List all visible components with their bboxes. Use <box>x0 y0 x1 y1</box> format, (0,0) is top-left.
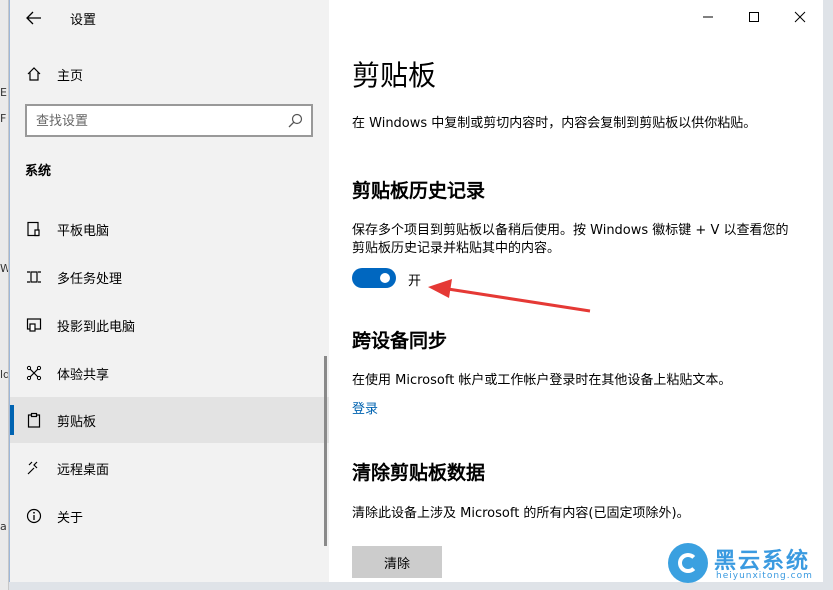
intro-text: 在 Windows 中复制或剪切内容时，内容会复制到剪贴板以供你粘贴。 <box>352 116 757 131</box>
maximize-icon <box>749 12 759 22</box>
window-title: 设置 <box>70 13 97 28</box>
back-button[interactable] <box>22 6 46 30</box>
sidebar-item-label: 剪贴板 <box>57 414 97 430</box>
tablet-icon <box>24 219 44 239</box>
clipboard-history-toggle[interactable] <box>352 268 396 288</box>
minimize-button[interactable] <box>685 0 731 34</box>
sidebar-scrollbar[interactable] <box>324 356 327 546</box>
home-icon <box>24 64 44 84</box>
sidebar-item-label: 远程桌面 <box>57 462 110 478</box>
sidebar-item-remote-desktop[interactable]: 远程桌面 <box>10 445 329 491</box>
watermark: 黑云系统 heiyunxitong.com <box>668 543 828 587</box>
sidebar: 设置 主页 系统 平板电脑 多任务处理 <box>10 0 329 582</box>
history-description: 保存多个项目到剪贴板以备稍后使用。按 Windows 徽标键 + V 以查看您的… <box>352 223 789 256</box>
sidebar-item-about[interactable]: 关于 <box>10 493 329 539</box>
toggle-state-label: 开 <box>408 274 422 289</box>
active-indicator <box>10 405 14 435</box>
settings-window: 设置 主页 系统 平板电脑 多任务处理 <box>9 0 823 582</box>
minimize-icon <box>703 16 713 18</box>
sidebar-item-shared-experiences[interactable]: 体验共享 <box>10 350 329 396</box>
watermark-logo-icon <box>668 543 708 583</box>
search-input[interactable] <box>36 111 276 131</box>
bg-fragment: E <box>0 86 7 99</box>
watermark-url: heiyunxitong.com <box>716 571 813 581</box>
sidebar-item-clipboard[interactable]: 剪贴板 <box>10 397 329 443</box>
sidebar-item-project[interactable]: 投影到此电脑 <box>10 302 329 348</box>
sidebar-item-home[interactable]: 主页 <box>10 56 329 92</box>
bg-fragment: ld <box>0 368 8 381</box>
background-window: E F W ld a <box>0 0 9 590</box>
back-arrow-icon <box>26 11 41 25</box>
clear-description: 清除此设备上涉及 Microsoft 的所有内容(已固定项除外)。 <box>352 506 690 521</box>
sidebar-item-label: 体验共享 <box>57 367 110 383</box>
sidebar-item-label: 平板电脑 <box>57 223 110 239</box>
clear-button[interactable]: 清除 <box>352 546 442 578</box>
info-icon <box>24 506 44 526</box>
toggle-knob <box>380 273 390 283</box>
sidebar-item-label: 投影到此电脑 <box>57 319 136 335</box>
main-content: 剪贴板 在 Windows 中复制或剪切内容时，内容会复制到剪贴板以供你粘贴。 … <box>329 0 823 582</box>
sidebar-home-label: 主页 <box>57 68 84 84</box>
search-box <box>25 104 313 137</box>
maximize-button[interactable] <box>731 0 777 34</box>
project-icon <box>24 315 44 335</box>
bg-fragment: F <box>0 112 7 125</box>
search-icon[interactable] <box>286 112 304 130</box>
bg-fragment: W <box>0 262 8 275</box>
multitask-icon <box>24 267 44 287</box>
clear-heading: 清除剪贴板数据 <box>352 462 486 484</box>
sidebar-item-label: 关于 <box>57 510 84 526</box>
sync-description: 在使用 Microsoft 帐户或工作帐户登录时在其他设备上粘贴文本。 <box>352 373 732 388</box>
page-title: 剪贴板 <box>352 59 437 92</box>
section-label-system: 系统 <box>25 164 52 179</box>
close-icon <box>794 11 806 23</box>
sidebar-item-label: 多任务处理 <box>57 271 123 287</box>
sync-heading: 跨设备同步 <box>352 330 448 352</box>
sidebar-item-tablet[interactable]: 平板电脑 <box>10 206 329 252</box>
close-button[interactable] <box>777 0 823 34</box>
bg-fragment: a <box>0 520 7 533</box>
caption-buttons <box>685 0 823 34</box>
remote-desktop-icon <box>24 458 44 478</box>
sidebar-item-multitasking[interactable]: 多任务处理 <box>10 254 329 300</box>
sign-in-link[interactable]: 登录 <box>352 398 378 417</box>
clipboard-icon <box>24 410 44 430</box>
share-icon <box>24 363 44 383</box>
history-heading: 剪贴板历史记录 <box>352 180 486 202</box>
